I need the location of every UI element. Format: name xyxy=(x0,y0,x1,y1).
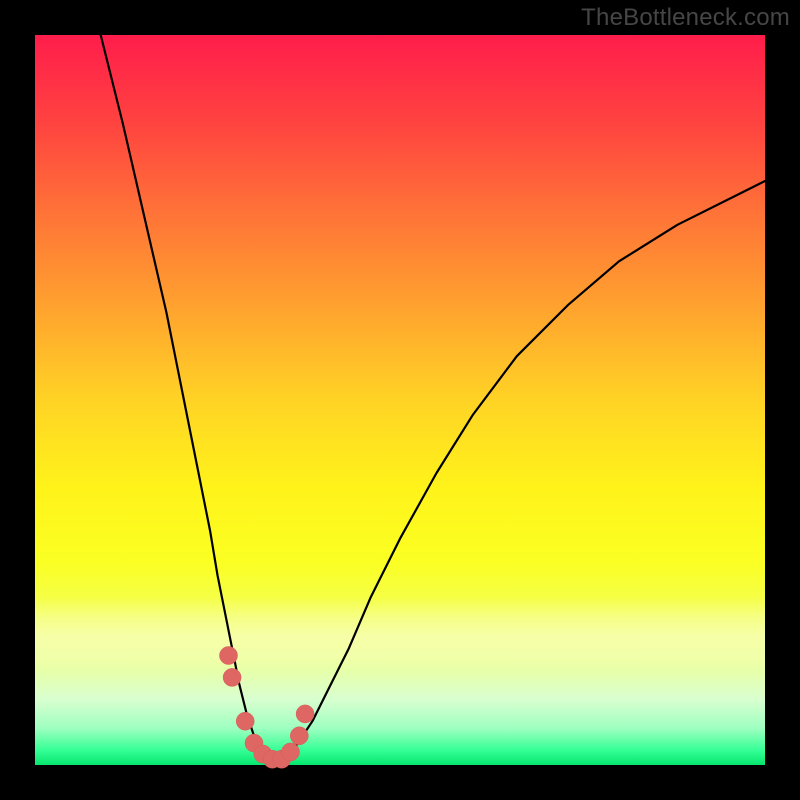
marker-group xyxy=(220,647,315,769)
bottleneck-curve xyxy=(101,35,765,761)
data-marker xyxy=(223,668,241,686)
chart-frame: TheBottleneck.com xyxy=(0,0,800,800)
curve-layer xyxy=(35,35,765,765)
data-marker xyxy=(236,712,254,730)
data-marker xyxy=(296,705,314,723)
data-marker xyxy=(282,743,300,761)
plot-area xyxy=(35,35,765,765)
data-marker xyxy=(220,647,238,665)
watermark-text: TheBottleneck.com xyxy=(581,4,790,32)
data-marker xyxy=(290,727,308,745)
